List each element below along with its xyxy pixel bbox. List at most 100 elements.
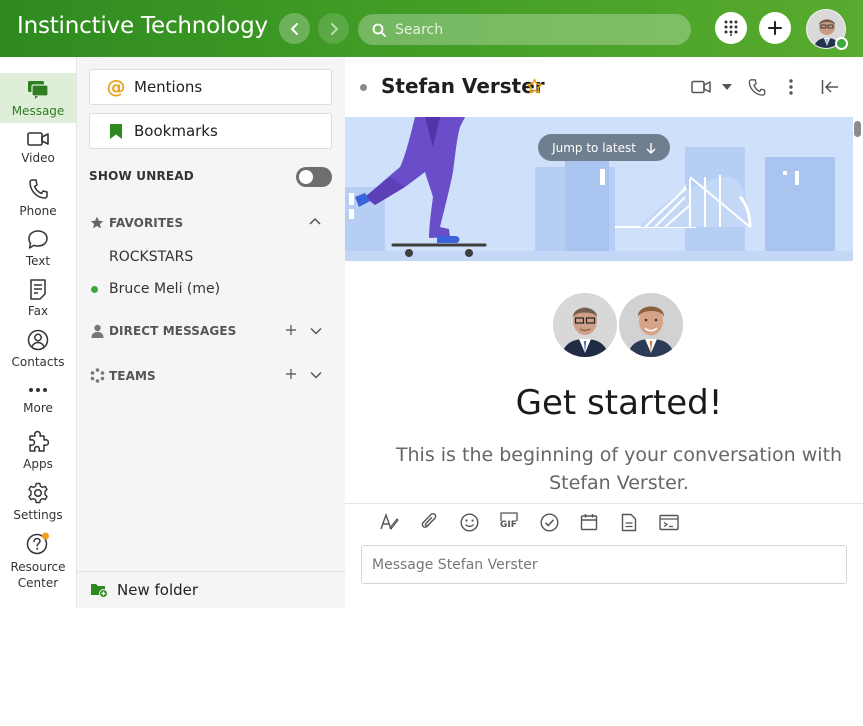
rail-label: Apps: [23, 457, 53, 471]
emoji-button[interactable]: [449, 512, 489, 532]
rail-label: Message: [11, 104, 65, 118]
mentions-button[interactable]: @ Mentions: [89, 69, 332, 105]
contacts-icon: [27, 329, 49, 351]
message-icon: [28, 81, 49, 99]
calendar-icon: [580, 514, 598, 531]
back-button[interactable]: [279, 13, 310, 44]
rail-item-more[interactable]: More: [0, 383, 76, 416]
search-placeholder: Search: [395, 21, 444, 38]
dialpad-button[interactable]: [715, 12, 747, 44]
add-button[interactable]: [759, 12, 791, 44]
rail-label: Text: [25, 254, 51, 268]
more-options-button[interactable]: [788, 78, 794, 96]
rail-label: Settings: [13, 508, 63, 522]
chevron-down-icon: [310, 327, 322, 335]
brand-title: Instinctive Technology: [17, 13, 268, 39]
format-text-button[interactable]: [369, 513, 409, 531]
add-direct-message-button[interactable]: [285, 324, 297, 336]
direct-messages-title: DIRECT MESSAGES: [109, 324, 237, 338]
top-bar: Instinctive Technology Search: [0, 0, 863, 57]
rail-label: Video: [21, 151, 55, 165]
add-team-button[interactable]: [285, 368, 297, 380]
at-icon: @: [106, 76, 126, 98]
attach-file-button[interactable]: [409, 512, 449, 532]
conversation-banner-illustration: Jump to latest: [345, 117, 853, 261]
favorites-header[interactable]: FAVORITES: [89, 216, 183, 230]
chevron-up-icon: [309, 217, 321, 225]
format-icon: [380, 513, 399, 530]
puzzle-icon: [29, 430, 49, 452]
message-input[interactable]: Message Stefan Verster: [361, 545, 847, 584]
favorite-item-me[interactable]: Bruce Meli (me): [109, 281, 220, 297]
teams-title: TEAMS: [109, 368, 156, 383]
video-call-button[interactable]: [691, 80, 711, 94]
caret-down-icon: [722, 84, 732, 90]
arrow-down-icon: [646, 142, 656, 154]
presence-online-indicator: [835, 37, 848, 50]
rail-item-text[interactable]: Text: [0, 229, 76, 269]
rail-item-resource-center[interactable]: Resource Center: [0, 532, 76, 591]
forward-button[interactable]: [318, 13, 349, 44]
online-status-dot: [91, 286, 98, 293]
mentions-label: Mentions: [134, 78, 203, 96]
task-button[interactable]: [529, 512, 569, 532]
rail-item-fax[interactable]: Fax: [0, 278, 76, 319]
conversation-header: Stefan Verster: [345, 57, 863, 117]
new-folder-button[interactable]: New folder: [77, 571, 345, 608]
help-icon: [26, 532, 49, 555]
gif-label: GIF: [500, 520, 517, 530]
collapse-panel-button[interactable]: [821, 79, 839, 95]
video-options-dropdown[interactable]: [722, 84, 732, 90]
bookmarks-button[interactable]: Bookmarks: [89, 113, 332, 149]
video-icon: [691, 80, 711, 94]
attach-icon: [421, 512, 437, 528]
text-bubble-icon: [28, 230, 48, 249]
bookmark-icon: [110, 123, 122, 139]
note-button[interactable]: [609, 513, 649, 532]
plus-icon: [286, 325, 296, 335]
rail-item-phone[interactable]: Phone: [0, 178, 76, 219]
rail-item-message[interactable]: Message: [0, 73, 76, 123]
show-unread-toggle[interactable]: [296, 167, 332, 187]
rail-label: Resource Center: [10, 560, 66, 590]
conversation-panel: Stefan Verster Jump to latest Get starte…: [345, 57, 863, 608]
favorite-star-button[interactable]: [526, 78, 543, 95]
fax-icon: [30, 279, 46, 300]
favorite-item-rockstars[interactable]: ROCKSTARS: [109, 249, 193, 265]
rail-item-video[interactable]: Video: [0, 131, 76, 166]
gif-button[interactable]: GIF: [489, 512, 529, 532]
jump-to-latest-button[interactable]: Jump to latest: [538, 134, 670, 161]
person-icon: [91, 324, 103, 338]
rail-label: Phone: [19, 204, 57, 218]
rail-item-apps[interactable]: Apps: [0, 430, 76, 472]
star-outline-icon: [526, 78, 543, 94]
plus-icon: [768, 21, 782, 35]
app-window: Instinctive Technology Search Message Vi…: [0, 0, 863, 608]
presence-offline-dot: [360, 84, 367, 91]
star-icon-wrap: [89, 216, 105, 230]
note-icon: [621, 513, 637, 531]
message-input-placeholder: Message Stefan Verster: [372, 556, 538, 573]
conversation-title: Stefan Verster: [381, 74, 545, 98]
gear-icon: [28, 482, 48, 504]
task-icon: [539, 512, 559, 532]
rail-item-contacts[interactable]: Contacts: [0, 329, 76, 370]
code-snippet-button[interactable]: [649, 514, 689, 531]
composer-divider: [345, 503, 863, 504]
avatar-photo: [553, 293, 617, 357]
schedule-event-button[interactable]: [569, 513, 609, 531]
search-input[interactable]: Search: [358, 14, 691, 45]
rail-item-settings[interactable]: Settings: [0, 482, 76, 523]
scrollbar-thumb[interactable]: [854, 121, 861, 137]
teams-header[interactable]: TEAMS: [89, 368, 156, 383]
direct-messages-header[interactable]: DIRECT MESSAGES: [89, 324, 236, 338]
teams-expand-button[interactable]: [310, 371, 322, 379]
favorites-collapse-button[interactable]: [309, 217, 321, 227]
teams-icon: [90, 368, 104, 383]
audio-call-button[interactable]: [748, 78, 766, 96]
bookmark-icon-wrap: [106, 123, 126, 140]
avatar-bruce: [553, 293, 617, 357]
participant-avatars: [553, 293, 685, 357]
direct-messages-expand-button[interactable]: [310, 327, 322, 335]
video-icon: [27, 132, 49, 146]
